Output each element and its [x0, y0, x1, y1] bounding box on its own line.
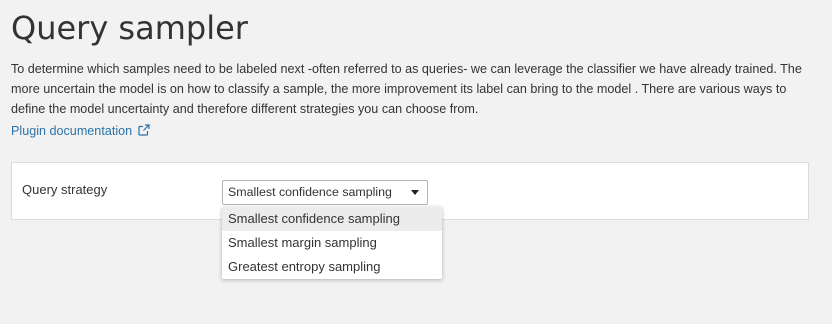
query-strategy-select[interactable]: Smallest confidence sampling: [222, 180, 428, 205]
page-title: Query sampler: [11, 9, 248, 47]
external-link-icon: [138, 124, 150, 136]
plugin-documentation-link[interactable]: Plugin documentation: [11, 121, 150, 141]
query-strategy-selected-value: Smallest confidence sampling: [228, 185, 392, 199]
option-smallest-confidence-sampling[interactable]: Smallest confidence sampling: [222, 207, 442, 231]
query-strategy-dropdown-menu: Smallest confidence sampling Smallest ma…: [222, 207, 442, 279]
caret-down-icon: [411, 190, 419, 195]
plugin-documentation-label: Plugin documentation: [11, 124, 133, 138]
query-strategy-label: Query strategy: [22, 182, 108, 197]
option-smallest-margin-sampling[interactable]: Smallest margin sampling: [222, 231, 442, 255]
page-description: To determine which samples need to be la…: [11, 62, 802, 116]
option-greatest-entropy-sampling[interactable]: Greatest entropy sampling: [222, 255, 442, 279]
